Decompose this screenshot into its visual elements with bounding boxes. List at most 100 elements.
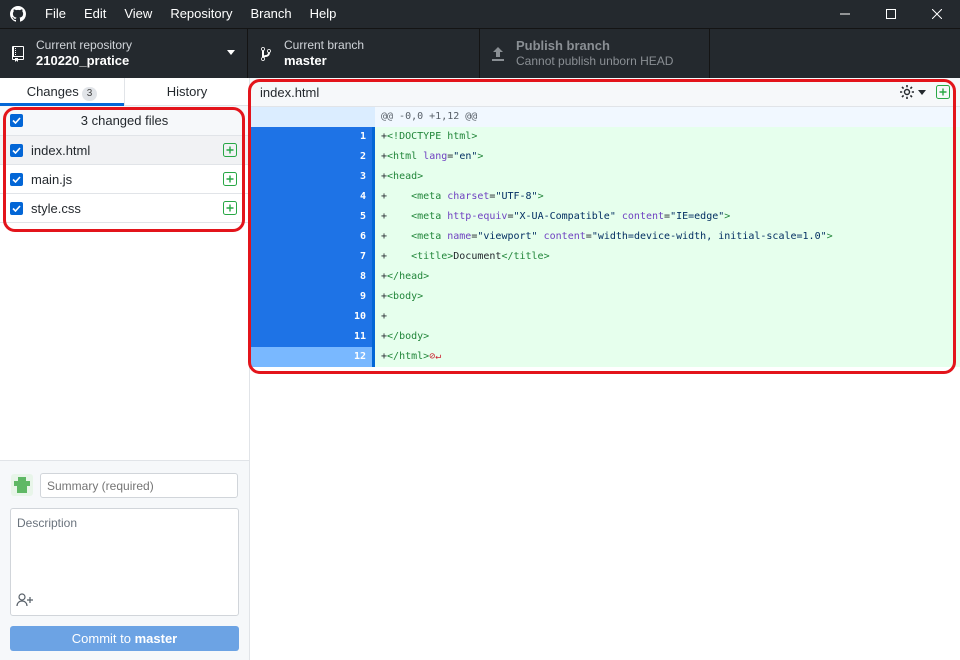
diff-file-name: index.html: [260, 84, 320, 100]
tab-changes[interactable]: Changes 3: [0, 78, 124, 106]
line-number: 10: [312, 307, 372, 327]
file-row-style-css[interactable]: style.css: [0, 194, 249, 223]
code-line: + <meta name="viewport" content="width=d…: [372, 227, 960, 247]
diff-line[interactable]: 2 +<html lang="en">: [250, 147, 960, 167]
file-added-icon: [223, 143, 237, 157]
window-controls: [822, 0, 960, 28]
close-icon: [932, 9, 942, 19]
toolbar: Current repository 210220_pratice Curren…: [0, 28, 960, 78]
diff-line[interactable]: 12 +</html>⊘↵: [250, 347, 960, 367]
file-added-icon: [223, 172, 237, 186]
changes-count-badge: 3: [81, 87, 98, 101]
file-name: style.css: [31, 200, 81, 216]
file-checkbox[interactable]: [10, 201, 23, 215]
code-line: +<html lang="en">: [372, 147, 960, 167]
diff-line[interactable]: 4 + <meta charset="UTF-8">: [250, 187, 960, 207]
file-name: index.html: [31, 142, 91, 158]
select-all-checkbox[interactable]: [10, 114, 23, 127]
line-number: 1: [312, 127, 372, 147]
diff-line[interactable]: 5 + <meta http-equiv="X-UA-Compatible" co…: [250, 207, 960, 227]
line-number: 8: [312, 267, 372, 287]
minimize-button[interactable]: [822, 0, 868, 28]
check-icon: [12, 117, 21, 124]
diff-line[interactable]: 3 +<head>: [250, 167, 960, 187]
code-line: +<!DOCTYPE html>: [372, 127, 960, 147]
file-row-index-html[interactable]: index.html: [0, 136, 249, 165]
code-line: +: [372, 307, 960, 327]
avatar: [11, 474, 33, 496]
menu-view[interactable]: View: [115, 0, 161, 28]
check-icon: [12, 204, 21, 212]
file-checkbox[interactable]: [10, 172, 23, 186]
diff-panel: index.html @@ -0,0 +1,12 @@ 1 +<!DOCTYPE …: [250, 78, 960, 660]
code-line: +</body>: [372, 327, 960, 347]
line-number: 9: [312, 287, 372, 307]
diff-line[interactable]: 11 +</body>: [250, 327, 960, 347]
summary-input[interactable]: [40, 473, 238, 498]
diff-line[interactable]: 7 + <title>Document</title>: [250, 247, 960, 267]
branch-name: master: [284, 53, 327, 68]
file-checkbox[interactable]: [10, 143, 23, 157]
description-field[interactable]: Description: [10, 508, 239, 616]
file-name: main.js: [31, 171, 73, 187]
diff-line[interactable]: 6 + <meta name="viewport" content="width=…: [250, 227, 960, 247]
sidebar: Changes 3 History 3 changed files index.h…: [0, 78, 250, 660]
current-repository-button[interactable]: Current repository 210220_pratice: [0, 29, 248, 78]
file-added-icon: [936, 85, 950, 99]
file-row-main-js[interactable]: main.js: [0, 165, 249, 194]
tab-history[interactable]: History: [124, 78, 249, 105]
line-number: 2: [312, 147, 372, 167]
changed-files-count: 3 changed files: [80, 113, 169, 128]
diff-line[interactable]: 8 +</head>: [250, 267, 960, 287]
check-icon: [12, 175, 21, 183]
minimize-icon: [840, 13, 850, 15]
publish-subtitle: Cannot publish unborn HEAD: [516, 54, 674, 68]
menu-branch[interactable]: Branch: [241, 0, 300, 28]
upload-icon: [480, 46, 516, 61]
menu-repository[interactable]: Repository: [161, 0, 241, 28]
maximize-button[interactable]: [868, 0, 914, 28]
menu-bar: File Edit View Repository Branch Help: [36, 0, 345, 28]
code-line: +<head>: [372, 167, 960, 187]
diff-line[interactable]: 9 +<body>: [250, 287, 960, 307]
file-added-icon: [223, 201, 237, 215]
repo-name: 210220_pratice: [36, 53, 130, 68]
line-number: 6: [312, 227, 372, 247]
tab-changes-label: Changes: [26, 84, 79, 99]
code-line: +<body>: [372, 287, 960, 307]
tab-history-label: History: [166, 84, 208, 99]
publish-label: Publish branch: [516, 38, 610, 53]
maximize-icon: [886, 9, 896, 19]
line-number: 3: [312, 167, 372, 187]
menu-file[interactable]: File: [36, 0, 75, 28]
code-line: +</html>⊘↵: [372, 347, 960, 367]
current-branch-button[interactable]: Current branch master: [248, 29, 480, 78]
menu-edit[interactable]: Edit: [75, 0, 115, 28]
commit-button-prefix: Commit to: [71, 631, 135, 646]
commit-button[interactable]: Commit to master: [10, 626, 239, 651]
github-logo-icon: [0, 0, 36, 28]
branch-label: Current branch: [284, 38, 365, 52]
code-line: + <meta charset="UTF-8">: [372, 187, 960, 207]
close-button[interactable]: [914, 0, 960, 28]
branch-icon: [248, 46, 284, 62]
diff-body: @@ -0,0 +1,12 @@ 1 +<!DOCTYPE html> 2 +<ht…: [250, 107, 960, 367]
hunk-header: @@ -0,0 +1,12 @@: [250, 107, 960, 127]
line-number: 4: [312, 187, 372, 207]
repo-icon: [0, 45, 36, 62]
diff-options-button[interactable]: [899, 84, 926, 100]
line-number: 7: [312, 247, 372, 267]
diff-line[interactable]: 1 +<!DOCTYPE html>: [250, 127, 960, 147]
line-number: 5: [312, 207, 372, 227]
commit-button-branch: master: [134, 631, 178, 646]
diff-line[interactable]: 10 +: [250, 307, 960, 327]
line-number: 11: [312, 327, 372, 347]
sidebar-tabs: Changes 3 History: [0, 78, 249, 106]
add-coauthor-icon[interactable]: [16, 593, 34, 607]
chevron-down-icon: [918, 89, 926, 95]
description-placeholder: Description: [17, 516, 78, 530]
menu-help[interactable]: Help: [301, 0, 346, 28]
publish-branch-button[interactable]: Publish branch Cannot publish unborn HEA…: [480, 29, 710, 78]
changed-files-header: 3 changed files: [0, 106, 249, 136]
code-line: + <meta http-equiv="X-UA-Compatible" con…: [372, 207, 960, 227]
